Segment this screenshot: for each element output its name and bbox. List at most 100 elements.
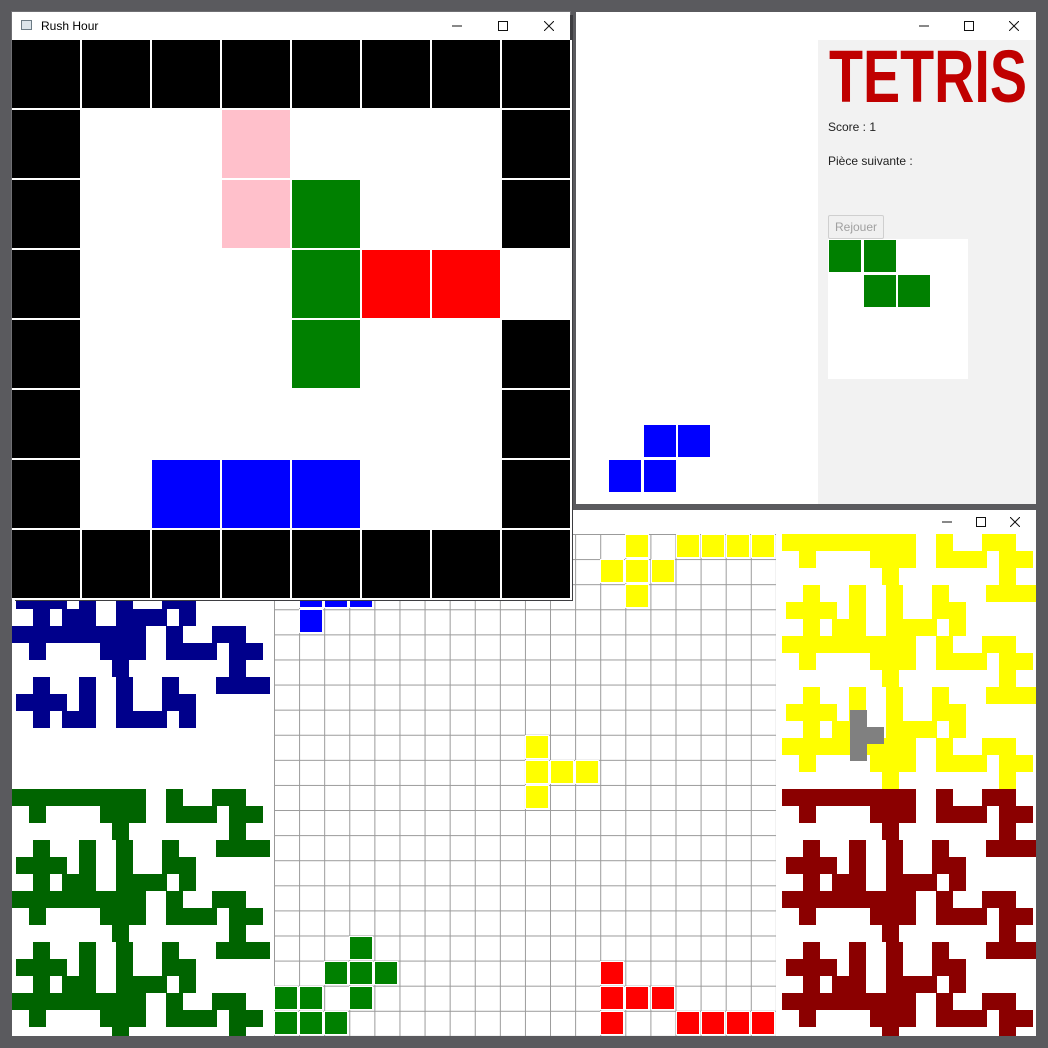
green-pentomino-block[interactable] <box>50 857 67 874</box>
yellow-pentomino-block[interactable] <box>999 738 1016 755</box>
blue-pentomino-block[interactable] <box>150 711 167 728</box>
placed-red-piece-block[interactable] <box>700 1010 725 1035</box>
blue-pentomino-block[interactable] <box>83 626 100 643</box>
darkred-pentomino-block[interactable] <box>999 1027 1016 1036</box>
green-pentomino-block[interactable] <box>162 959 179 976</box>
green-pentomino-block[interactable] <box>229 1027 246 1036</box>
placed-green-piece-block[interactable] <box>349 935 374 960</box>
blue-pentomino-block[interactable] <box>62 711 79 728</box>
green-pentomino-block[interactable] <box>166 908 183 925</box>
green-pentomino-block[interactable] <box>133 874 150 891</box>
green-pentomino-block[interactable] <box>83 789 100 806</box>
darkred-pentomino-block[interactable] <box>832 874 849 891</box>
green-pentomino-block[interactable] <box>29 993 46 1010</box>
darkred-pentomino-block[interactable] <box>982 789 999 806</box>
selected-pentomino-block[interactable] <box>850 710 867 727</box>
green-pentomino-block[interactable] <box>112 993 129 1010</box>
green-pentomino-block[interactable] <box>162 942 179 959</box>
green-pentomino-block[interactable] <box>183 908 200 925</box>
green-pentomino-block[interactable] <box>112 806 129 823</box>
green-pentomino-block[interactable] <box>246 908 263 925</box>
darkred-pentomino-block[interactable] <box>936 891 953 908</box>
yellow-pentomino-block[interactable] <box>882 534 899 551</box>
green-pentomino-block[interactable] <box>79 840 96 857</box>
yellow-pentomino-block[interactable] <box>953 653 970 670</box>
placed-green-piece-block[interactable] <box>299 985 324 1010</box>
yellow-pentomino-block[interactable] <box>936 551 953 568</box>
darkred-pentomino-block[interactable] <box>836 891 853 908</box>
yellow-pentomino-block[interactable] <box>1016 551 1033 568</box>
darkred-pentomino-block[interactable] <box>982 993 999 1010</box>
green-pentomino-block[interactable] <box>16 857 33 874</box>
green-pentomino-block[interactable] <box>162 840 179 857</box>
green-pentomino-block[interactable] <box>267 942 270 959</box>
darkred-pentomino-block[interactable] <box>882 789 899 806</box>
darkred-pentomino-block[interactable] <box>886 942 903 959</box>
placed-yellow-piece-block[interactable] <box>525 734 549 759</box>
placed-green-piece-block[interactable] <box>324 1010 349 1035</box>
selected-pentomino-block[interactable] <box>850 727 867 744</box>
yellow-pentomino-block[interactable] <box>799 551 816 568</box>
yellow-pentomino-block[interactable] <box>936 755 953 772</box>
blue-pentomino-block[interactable] <box>116 609 133 626</box>
darkred-pentomino-block[interactable] <box>899 993 916 1010</box>
darkred-pentomino-block[interactable] <box>886 976 903 993</box>
yellow-pentomino-block[interactable] <box>836 534 853 551</box>
green-pentomino-block[interactable] <box>267 840 270 857</box>
darkred-pentomino-block[interactable] <box>886 959 903 976</box>
darkred-pentomino-block[interactable] <box>936 806 953 823</box>
darkred-pentomino-block[interactable] <box>799 806 816 823</box>
blue-pentomino-block[interactable] <box>29 626 46 643</box>
green-pentomino-block[interactable] <box>29 1010 46 1027</box>
yellow-pentomino-block[interactable] <box>999 755 1016 772</box>
yellow-pentomino-block[interactable] <box>920 619 937 636</box>
blue-pentomino-block[interactable] <box>112 643 129 660</box>
green-pentomino-block[interactable] <box>116 857 133 874</box>
darkred-pentomino-block[interactable] <box>849 976 866 993</box>
darkred-pentomino-block[interactable] <box>999 908 1016 925</box>
green-pentomino-block[interactable] <box>129 789 146 806</box>
blue-pentomino-block[interactable] <box>79 677 96 694</box>
placed-yellow-piece-block[interactable] <box>675 534 700 558</box>
darkred-pentomino-block[interactable] <box>970 806 987 823</box>
green-pentomino-block[interactable] <box>133 976 150 993</box>
yellow-pentomino-block[interactable] <box>782 738 799 755</box>
maximize-button[interactable] <box>480 12 526 40</box>
yellow-pentomino-block[interactable] <box>816 636 833 653</box>
green-pentomino-block[interactable] <box>112 891 129 908</box>
yellow-pentomino-block[interactable] <box>803 721 820 738</box>
close-button[interactable] <box>991 12 1037 40</box>
placed-red-piece-block[interactable] <box>725 1010 750 1035</box>
green-pentomino-block[interactable] <box>66 891 83 908</box>
placed-red-piece-block[interactable] <box>650 985 675 1010</box>
pentomino-piece-palette-right[interactable] <box>782 534 1036 1036</box>
yellow-pentomino-block[interactable] <box>799 653 816 670</box>
darkred-pentomino-block[interactable] <box>853 993 870 1010</box>
darkred-pentomino-block[interactable] <box>832 976 849 993</box>
yellow-pentomino-block[interactable] <box>1020 585 1036 602</box>
yellow-pentomino-block[interactable] <box>786 602 803 619</box>
green-pentomino-block[interactable] <box>229 806 246 823</box>
darkred-pentomino-block[interactable] <box>886 840 903 857</box>
darkred-pentomino-block[interactable] <box>1020 840 1036 857</box>
placed-red-piece-block[interactable] <box>750 1010 775 1035</box>
green-pentomino-block[interactable] <box>29 806 46 823</box>
placed-green-piece-block[interactable] <box>274 985 298 1010</box>
green-pentomino-block[interactable] <box>29 789 46 806</box>
darkred-pentomino-block[interactable] <box>799 789 816 806</box>
yellow-pentomino-block[interactable] <box>999 534 1016 551</box>
placed-yellow-piece-block[interactable] <box>625 559 650 584</box>
yellow-pentomino-block[interactable] <box>882 755 899 772</box>
green-pentomino-block[interactable] <box>200 1010 217 1027</box>
yellow-pentomino-block[interactable] <box>899 636 916 653</box>
yellow-pentomino-block[interactable] <box>882 551 899 568</box>
green-pentomino-block[interactable] <box>16 959 33 976</box>
darkred-pentomino-block[interactable] <box>936 789 953 806</box>
green-pentomino-block[interactable] <box>229 908 246 925</box>
darkred-pentomino-block[interactable] <box>816 789 833 806</box>
green-pentomino-block[interactable] <box>12 789 29 806</box>
blue-pentomino-block[interactable] <box>229 660 246 677</box>
yellow-pentomino-block[interactable] <box>882 670 899 687</box>
blue-pentomino-block[interactable] <box>229 643 246 660</box>
darkred-pentomino-block[interactable] <box>932 857 949 874</box>
